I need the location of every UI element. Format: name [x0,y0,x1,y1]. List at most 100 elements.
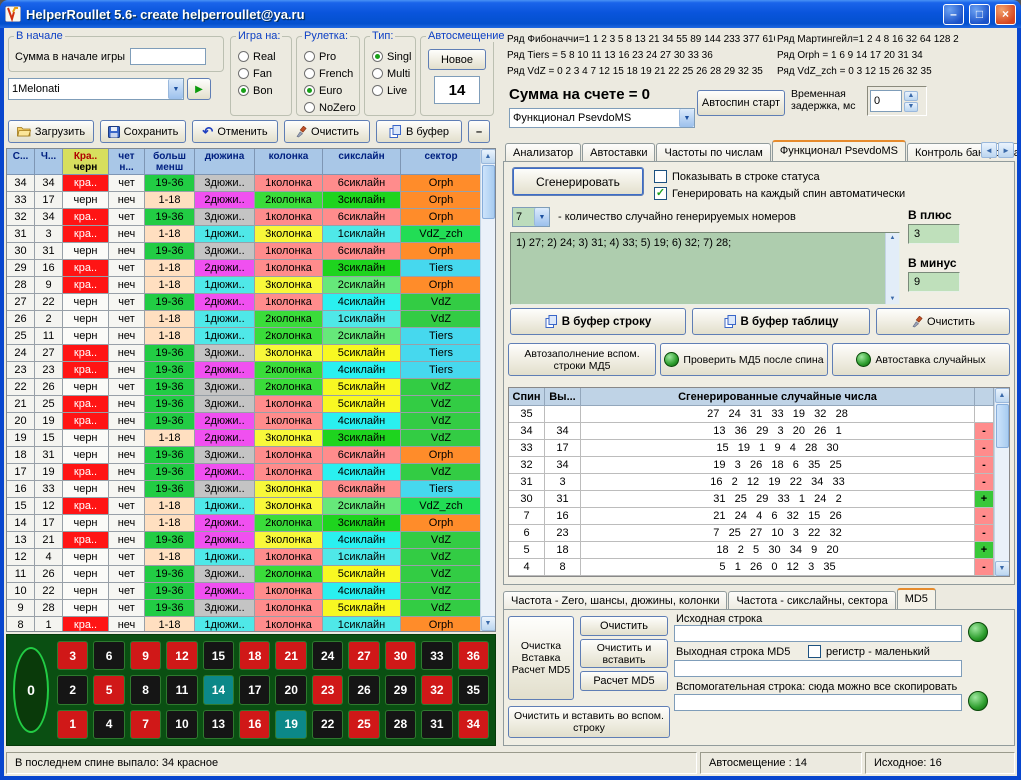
chevron-down-icon[interactable]: ▼ [168,79,183,99]
board-number-32[interactable]: 32 [421,675,452,704]
history-scrollbar[interactable]: ▲ ▼ [480,149,495,631]
history-row[interactable]: 3317черннеч1-182дюжи..2колонка3сиклайнOr… [7,192,495,209]
history-row[interactable]: 289кра..неч1-181дюжи..3колонка2сиклайнOr… [7,277,495,294]
history-row[interactable]: 124чернчет1-181дюжи..1колонка1сиклайнVdZ [7,549,495,566]
history-row[interactable]: 928чернчет19-363дюжи..1колонка5сиклайнVd… [7,600,495,617]
board-number-3[interactable]: 3 [57,641,88,670]
clear-button[interactable]: Очистить [284,120,370,143]
generated-scrollbar[interactable]: ▲ ▼ [885,233,899,304]
copy-source-button[interactable] [968,622,988,642]
board-number-7[interactable]: 7 [130,710,161,739]
history-row[interactable]: 1321кра..неч19-362дюжи..3колонка4сиклайн… [7,532,495,549]
radio-fan[interactable]: Fan [238,65,291,82]
md5-clear-paste-helper-button[interactable]: Очистить и вставить во вспом. строку [508,706,670,738]
top-tab-3[interactable]: Функционал PsevdoMS [772,140,906,162]
history-row[interactable]: 1633черннеч19-363дюжи..3колонка6сиклайнT… [7,481,495,498]
board-number-36[interactable]: 36 [458,641,489,670]
board-number-10[interactable]: 10 [166,710,197,739]
board-number-14[interactable]: 14 [203,675,234,704]
md5-big-button[interactable]: Очистка Вставка Расчет MD5 [508,616,574,700]
history-row[interactable]: 1831черннеч19-363дюжи..1колонка6сиклайнO… [7,447,495,464]
board-number-19[interactable]: 19 [275,710,306,739]
board-number-25[interactable]: 25 [348,710,379,739]
generated-table-scrollbar[interactable]: ▲ ▼ [994,388,1009,576]
generated-row[interactable]: 31316 2 12 19 22 34 33- [509,474,1009,491]
radio-live[interactable]: Live [372,82,415,99]
bottom-tab-0[interactable]: Частота - Zero, шансы, дюжины, колонки [503,591,727,610]
radio-french[interactable]: French [304,65,359,82]
board-number-24[interactable]: 24 [312,641,343,670]
generated-row[interactable]: 303131 25 29 33 1 24 2+ [509,491,1009,508]
generated-row[interactable]: 6237 25 27 10 3 22 32- [509,525,1009,542]
board-number-27[interactable]: 27 [348,641,379,670]
md5-clear-paste-button[interactable]: Очистить и вставить [580,639,668,668]
board-number-15[interactable]: 15 [203,641,234,670]
top-tab-0[interactable]: Анализатор [505,143,581,162]
radio-multi[interactable]: Multi [372,65,415,82]
chevron-down-icon[interactable]: ▼ [679,109,694,127]
history-row[interactable]: 1417черннеч1-182дюжи..2колонка3сиклайнOr… [7,515,495,532]
history-row[interactable]: 313кра..неч1-181дюжи..3колонка1сиклайнVd… [7,226,495,243]
board-number-5[interactable]: 5 [93,675,124,704]
board-number-9[interactable]: 9 [130,641,161,670]
board-number-22[interactable]: 22 [312,710,343,739]
board-number-23[interactable]: 23 [312,675,343,704]
scrollbar-thumb[interactable] [996,404,1009,448]
board-number-31[interactable]: 31 [421,710,452,739]
delay-input[interactable]: 0 [870,90,902,112]
board-number-0[interactable]: 0 [13,647,49,733]
check-md5-button[interactable]: Проверить МД5 после спина [660,343,828,376]
maximize-button[interactable]: □ [969,4,990,25]
radio-singl[interactable]: Singl [372,48,415,65]
auto-generate-checkbox[interactable]: ✓ [654,187,667,200]
md5-output-input[interactable] [674,660,962,677]
count-combo[interactable]: 7 ▼ [512,207,550,227]
scrollbar-thumb[interactable] [482,165,495,219]
radio-nozero[interactable]: NoZero [304,99,359,116]
history-row[interactable]: 2511черннеч1-181дюжи..2колонка2сиклайнTi… [7,328,495,345]
spinner-down-icon[interactable]: ▼ [904,102,918,112]
radio-bon[interactable]: Bon [238,82,291,99]
play-button[interactable]: ▶ [187,78,211,100]
generated-row[interactable]: 323419 3 26 18 6 35 25- [509,457,1009,474]
scroll-down-icon[interactable]: ▼ [481,616,496,631]
undo-button[interactable]: ↶ Отменить [192,120,278,143]
history-row[interactable]: 1915черннеч1-182дюжи..3колонка3сиклайнVd… [7,430,495,447]
md5-calc-button[interactable]: Расчет MD5 [580,671,668,691]
board-number-6[interactable]: 6 [93,641,124,670]
tab-scroll-right-icon[interactable]: ► [998,142,1014,158]
history-row[interactable]: 2323кра..неч19-362дюжи..2колонка4сиклайн… [7,362,495,379]
buffer-table-button[interactable]: В буфер таблицу [692,308,870,335]
scroll-up-icon[interactable]: ▲ [481,149,496,164]
copy-helper-button[interactable] [968,691,988,711]
scroll-up-icon[interactable]: ▲ [995,388,1010,403]
board-number-16[interactable]: 16 [239,710,270,739]
generated-row[interactable]: 3527 24 31 33 19 32 28 [509,406,1009,423]
save-button[interactable]: Сохранить [100,120,186,143]
clear-generated-button[interactable]: Очистить [876,308,1010,335]
functional-combo[interactable]: Функционал PsevdoMS ▼ [509,108,695,128]
scroll-down-icon[interactable]: ▼ [890,296,896,302]
generated-row[interactable]: 343413 36 29 3 20 26 1- [509,423,1009,440]
board-number-8[interactable]: 8 [130,675,161,704]
generated-row[interactable]: 485 1 26 0 12 3 35- [509,559,1009,576]
autobet-button[interactable]: Автоставка случайных [832,343,1010,376]
board-number-30[interactable]: 30 [385,641,416,670]
history-row[interactable]: 2916кра..чет1-182дюжи..1колонка3сиклайнT… [7,260,495,277]
history-row[interactable]: 1719кра..неч19-362дюжи..1колонка4сиклайн… [7,464,495,481]
top-tab-2[interactable]: Частоты по числам [656,143,770,162]
close-button[interactable]: × [995,4,1016,25]
helper-input[interactable] [674,694,962,711]
spinner-up-icon[interactable]: ▲ [904,91,918,101]
history-row[interactable]: 2427кра..неч19-363дюжи..3колонка5сиклайн… [7,345,495,362]
history-row[interactable]: 2019кра..неч19-362дюжи..1колонка4сиклайн… [7,413,495,430]
generate-button[interactable]: Сгенерировать [512,167,644,196]
generated-row[interactable]: 331715 19 1 9 4 28 30- [509,440,1009,457]
board-number-33[interactable]: 33 [421,641,452,670]
autofill-md5-button[interactable]: Автозаполнение вспом. строки МД5 [508,343,656,376]
board-number-26[interactable]: 26 [348,675,379,704]
chevron-down-icon[interactable]: ▼ [534,208,549,226]
board-number-21[interactable]: 21 [275,641,306,670]
register-checkbox[interactable]: ✓ [808,645,821,658]
board-number-11[interactable]: 11 [166,675,197,704]
